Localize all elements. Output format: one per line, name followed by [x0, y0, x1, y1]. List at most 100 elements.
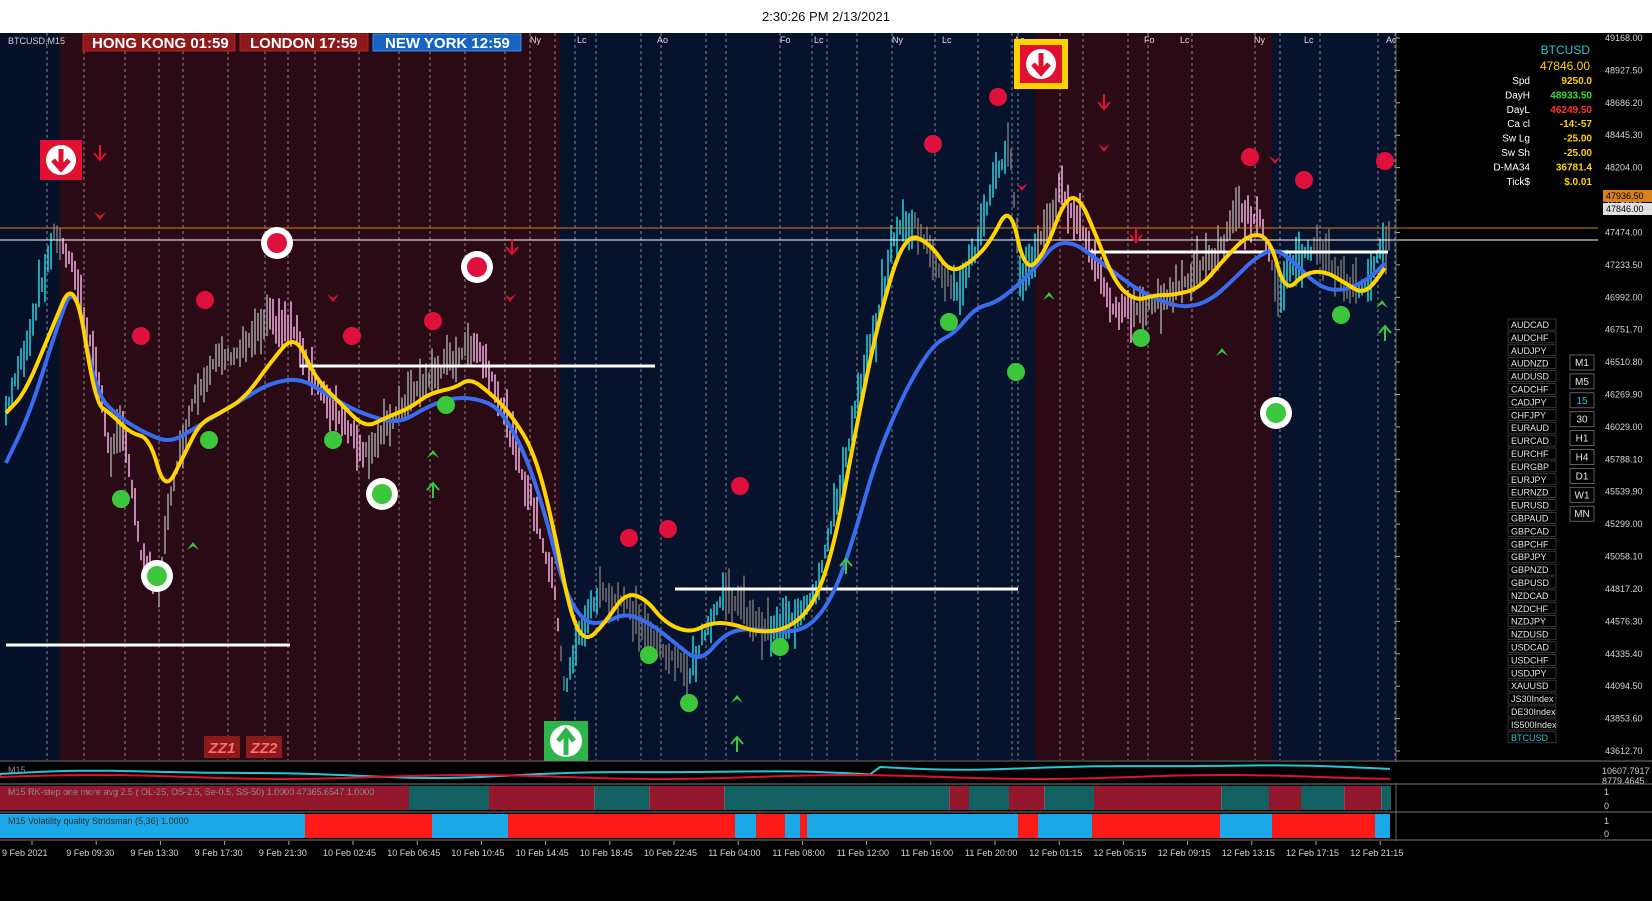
- sell-dot-signal: [343, 327, 361, 345]
- time-axis-tick: 9 Feb 13:30: [130, 848, 178, 858]
- timeframe-button-label: D1: [1576, 471, 1589, 482]
- timeframe-button-d1[interactable]: D1: [1569, 467, 1595, 484]
- symbol-button-btcusd[interactable]: BTCUSD: [1507, 731, 1557, 744]
- symbol-button-chfjpy[interactable]: CHFJPY: [1507, 408, 1557, 421]
- price-axis-tick: 48927.50: [1605, 65, 1643, 75]
- time-axis-tick: 12 Feb 01:15: [1029, 848, 1082, 858]
- volatility-block: [1220, 814, 1272, 838]
- timeframe-button-h1[interactable]: H1: [1569, 430, 1595, 447]
- time-axis-tick: 10 Feb 06:45: [387, 848, 440, 858]
- symbol-button-label: AUDJPY: [1511, 346, 1547, 356]
- session-marker-label: Ny: [530, 35, 541, 45]
- zz1-label: ZZ1: [208, 740, 236, 757]
- volatility-block: [432, 814, 508, 838]
- symbol-button-label: AUDCHF: [1511, 333, 1549, 343]
- symbol-button-gbpaud[interactable]: GBPAUD: [1507, 512, 1557, 524]
- volatility-block: [807, 814, 1018, 838]
- time-axis-tick: 11 Feb 16:00: [901, 848, 953, 858]
- zz1-button[interactable]: ZZ1: [204, 736, 240, 758]
- timeframe-button-w1[interactable]: W1: [1569, 486, 1595, 503]
- symbol-button-usdchf[interactable]: USDCHF: [1507, 654, 1557, 666]
- chart-canvas[interactable]: BTCUSD,M15 HONG KONG 01:59 LONDON 17:59 …: [0, 33, 1652, 901]
- info-row-label: DayH: [1505, 90, 1530, 101]
- symbol-button-gbpcad[interactable]: GBPCAD: [1507, 525, 1557, 537]
- price-axis-tick: 44817.20: [1605, 584, 1643, 594]
- session-label-london: LONDON 17:59: [250, 35, 358, 52]
- symbol-button-is500index[interactable]: IS500Index: [1507, 718, 1557, 731]
- symbol-button-nzdchf[interactable]: NZDCHF: [1507, 602, 1557, 615]
- sell-dot-signal: [924, 135, 942, 153]
- symbol-button-eurgbp[interactable]: EURGBP: [1507, 460, 1557, 473]
- sell-arrow-signal: [1014, 39, 1068, 89]
- symbol-button-gbpchf[interactable]: GBPCHF: [1507, 537, 1557, 550]
- symbol-button-label: EURGBP: [1511, 462, 1549, 472]
- price-axis-tick: 46510.80: [1605, 357, 1643, 367]
- symbol-button-label: USDCHF: [1511, 655, 1549, 665]
- sub3-tick: 0: [1604, 829, 1609, 839]
- info-row-value: -25.00: [1564, 148, 1593, 159]
- timeframe-button-m5[interactable]: M5: [1569, 373, 1595, 390]
- symbol-button-label: XAUUSD: [1511, 681, 1549, 691]
- time-axis-tick: 10 Feb 18:45: [580, 848, 633, 858]
- symbol-button-audnzd[interactable]: AUDNZD: [1507, 357, 1557, 370]
- session-marker-label: Fo: [1144, 35, 1155, 45]
- timeframe-button-mn[interactable]: MN: [1569, 505, 1595, 522]
- symbol-button-usdjpy[interactable]: USDJPY: [1507, 666, 1557, 679]
- orange-price-tag-text: 47936.50: [1606, 191, 1644, 201]
- time-axis-tick: 11 Feb 08:00: [772, 848, 824, 858]
- symbol-button-eurjpy[interactable]: EURJPY: [1507, 473, 1557, 486]
- session-marker-label: Lc: [577, 35, 587, 45]
- symbol-button-gbpjpy[interactable]: GBPJPY: [1507, 550, 1557, 563]
- symbol-button-label: NZDCAD: [1511, 591, 1549, 601]
- time-axis-tick: 9 Feb 21:30: [259, 848, 307, 858]
- info-row-value: $.0.01: [1564, 177, 1592, 188]
- timeframe-button-label: H1: [1576, 434, 1589, 445]
- sub1-label: M15: [8, 765, 26, 775]
- symbol-button-eurnzd[interactable]: EURNZD: [1507, 486, 1557, 499]
- timeframe-button-30[interactable]: 30: [1569, 411, 1595, 428]
- buy-arrow-signal: [544, 721, 588, 761]
- time-axis-tick: 10 Feb 10:45: [451, 848, 504, 858]
- volatility-block: [1092, 814, 1220, 838]
- zz2-button[interactable]: ZZ2: [246, 736, 282, 758]
- symbol-button-nzdjpy[interactable]: NZDJPY: [1507, 615, 1557, 628]
- symbol-button-gbpusd[interactable]: GBPUSD: [1507, 576, 1557, 589]
- time-axis-tick: 12 Feb 09:15: [1158, 848, 1211, 858]
- timeframe-button-h4[interactable]: H4: [1569, 449, 1595, 465]
- sell-dot-signal: [659, 520, 677, 538]
- symbol-button-audusd[interactable]: AUDUSD: [1507, 370, 1557, 382]
- symbol-button-xauusd[interactable]: XAUUSD: [1507, 679, 1557, 692]
- symbol-button-eurusd[interactable]: EURUSD: [1507, 499, 1557, 511]
- timeframe-button-label: 30: [1576, 415, 1588, 426]
- symbol-button-cadjpy[interactable]: CADJPY: [1507, 396, 1557, 408]
- symbol-button-audchf[interactable]: AUDCHF: [1507, 331, 1557, 344]
- sell-dot-signal: [620, 529, 638, 547]
- sell-dot-signal: [196, 291, 214, 309]
- symbol-button-cadchf[interactable]: CADCHF: [1507, 383, 1557, 395]
- symbol-button-euraud[interactable]: EURAUD: [1507, 421, 1557, 434]
- session-band: [560, 33, 1035, 760]
- symbol-button-gbpnzd[interactable]: GBPNZD: [1507, 563, 1557, 576]
- time-axis-tick: 12 Feb 21:15: [1350, 848, 1403, 858]
- timeframe-button-label: MN: [1574, 509, 1590, 520]
- time-axis-tick: 10 Feb 22:45: [644, 848, 697, 858]
- symbol-button-eurchf[interactable]: EURCHF: [1507, 447, 1557, 460]
- volatility-block: [735, 814, 756, 838]
- symbol-button-usdcad[interactable]: USDCAD: [1507, 641, 1557, 653]
- symbol-button-js30index[interactable]: JS30Index: [1507, 692, 1557, 705]
- indicator-window-1: M15 10607.7917 8779.4645: [0, 760, 1652, 786]
- symbol-button-label: EURCHF: [1511, 449, 1549, 459]
- symbol-button-nzdusd[interactable]: NZDUSD: [1507, 628, 1557, 640]
- timeframe-button-15[interactable]: 15: [1569, 392, 1595, 409]
- symbol-button-nzdcad[interactable]: NZDCAD: [1507, 589, 1557, 602]
- symbol-button-audjpy[interactable]: AUDJPY: [1507, 344, 1557, 357]
- timeframe-button-m1[interactable]: M1: [1569, 354, 1595, 371]
- symbol-button-eurcad[interactable]: EURCAD: [1507, 434, 1557, 447]
- sell-ring-signal-core: [267, 233, 287, 253]
- chart-window[interactable]: BTCUSD,M15 HONG KONG 01:59 LONDON 17:59 …: [0, 33, 1652, 901]
- symbol-button-audcad[interactable]: AUDCAD: [1507, 318, 1557, 331]
- session-marker-label: Lc: [942, 35, 952, 45]
- time-axis-tick: 9 Feb 17:30: [195, 848, 243, 858]
- symbol-button-de30index[interactable]: DE30Index: [1507, 705, 1557, 718]
- time-axis-tick: 10 Feb 14:45: [516, 848, 569, 858]
